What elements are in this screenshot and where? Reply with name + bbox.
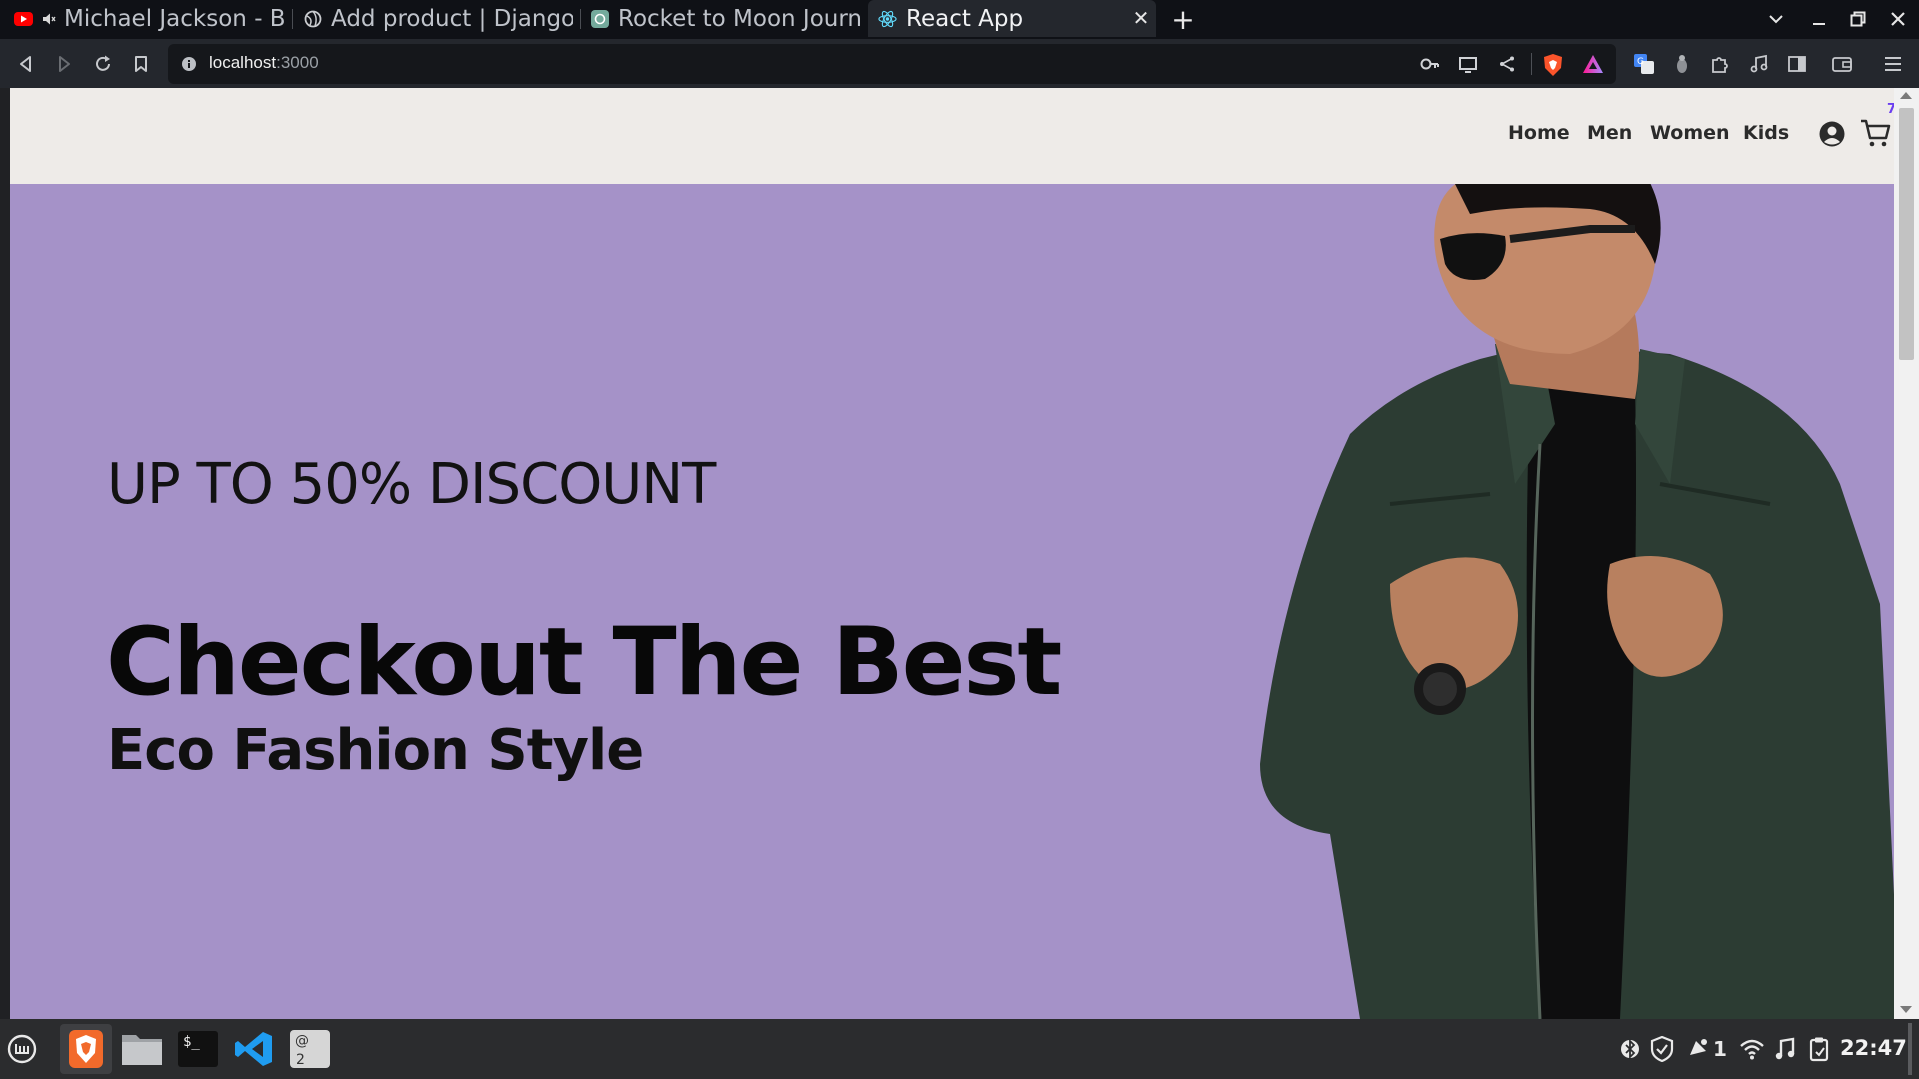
tab-title: React App (906, 5, 1024, 32)
workspace-switcher-icon[interactable]: @2 (284, 1024, 336, 1074)
new-tab-button[interactable]: + (1168, 3, 1198, 36)
cast-icon[interactable] (1458, 55, 1478, 77)
scroll-up-icon[interactable] (1900, 92, 1912, 99)
youtube-icon (14, 9, 33, 28)
page-scrollbar[interactable] (1894, 88, 1919, 1019)
tab-separator (580, 9, 581, 29)
back-icon[interactable] (12, 50, 40, 78)
notification-count: 1 (1713, 1037, 1727, 1061)
svg-text:$_: $_ (183, 1034, 200, 1050)
nav-link-women[interactable]: Women (1650, 122, 1730, 144)
address-bar[interactable]: localhost:3000 (168, 44, 1616, 84)
react-icon (878, 9, 897, 28)
file-manager-icon[interactable] (116, 1024, 168, 1074)
site-navbar: Home Men Women Kids 7 (10, 88, 1894, 184)
url-text: localhost:3000 (209, 53, 319, 72)
scroll-down-icon[interactable] (1900, 1006, 1912, 1013)
close-tab-button[interactable]: ✕ (1129, 6, 1153, 30)
translate-icon[interactable]: G (1630, 50, 1658, 78)
cart-count-badge: 7 (1887, 102, 1894, 117)
wallet-icon[interactable] (1828, 50, 1856, 78)
hero-model-image (1260, 184, 1894, 1019)
globe-icon (303, 9, 322, 28)
bluetooth-icon[interactable] (1618, 1035, 1642, 1063)
key-icon[interactable] (1420, 55, 1440, 77)
reload-icon[interactable] (89, 50, 117, 78)
forward-icon[interactable] (50, 50, 78, 78)
tab-title: Add product | Django si (331, 5, 573, 32)
media-icon[interactable] (1745, 50, 1773, 78)
clock[interactable]: 22:47 (1840, 1036, 1907, 1060)
nav-link-home[interactable]: Home (1508, 122, 1570, 144)
svg-text:G: G (1637, 57, 1644, 67)
hero-subtitle: Eco Fashion Style (107, 718, 644, 783)
show-desktop-button[interactable] (1908, 1023, 1912, 1075)
notifications-icon[interactable] (1684, 1035, 1712, 1063)
puzzle-icon[interactable] (1706, 50, 1734, 78)
speaker-muted-icon[interactable] (42, 9, 56, 28)
user-account-icon[interactable] (1819, 121, 1845, 151)
tab-title: Michael Jackson - Bea (64, 5, 286, 32)
os-taskbar: $_ @2 1 22:47 (0, 1019, 1919, 1079)
update-shield-icon[interactable] (1648, 1035, 1676, 1063)
clipboard-icon[interactable] (1806, 1035, 1832, 1063)
tab-strip: Michael Jackson - Bea Add product | Djan… (0, 0, 1919, 39)
svg-text:2: 2 (296, 1052, 305, 1068)
extension-icon[interactable] (1668, 50, 1696, 78)
brave-browser-icon[interactable] (60, 1024, 112, 1074)
minimize-icon[interactable] (1805, 5, 1833, 33)
toolbar-divider (1531, 53, 1532, 75)
share-icon[interactable] (1498, 55, 1516, 77)
cart-icon[interactable] (1860, 118, 1892, 152)
nav-link-kids[interactable]: Kids (1743, 122, 1789, 144)
chatgpt-icon (590, 9, 609, 28)
hero-discount-text: UP TO 50% DISCOUNT (107, 452, 716, 517)
page-viewport: Home Men Women Kids 7 UP TO 50% DISCOUNT… (10, 88, 1894, 1019)
tab-youtube[interactable]: Michael Jackson - Bea (14, 0, 286, 37)
tab-separator (292, 9, 293, 29)
close-window-icon[interactable] (1884, 5, 1912, 33)
terminal-icon[interactable]: $_ (172, 1024, 224, 1074)
vscode-icon[interactable] (228, 1024, 280, 1074)
tab-title: Rocket to Moon Journe (618, 5, 860, 32)
mint-menu-icon[interactable] (0, 1024, 44, 1074)
tab-django[interactable]: Add product | Django si (303, 0, 573, 37)
tab-chatgpt[interactable]: Rocket to Moon Journe (590, 0, 860, 37)
sidebar-icon[interactable] (1783, 50, 1811, 78)
sound-icon[interactable] (1772, 1035, 1798, 1063)
brave-rewards-icon[interactable] (1582, 54, 1604, 78)
tab-search-icon[interactable] (1762, 5, 1790, 33)
bookmark-icon[interactable] (127, 50, 155, 78)
svg-text:@: @ (295, 1033, 309, 1049)
brave-shields-icon[interactable] (1542, 53, 1564, 81)
menu-icon[interactable] (1879, 50, 1907, 78)
browser-toolbar: localhost:3000 G (0, 39, 1919, 88)
hero-title: Checkout The Best (106, 608, 1062, 717)
restore-icon[interactable] (1844, 5, 1872, 33)
hero-banner: UP TO 50% DISCOUNT Checkout The Best Eco… (10, 184, 1894, 1019)
scrollbar-thumb[interactable] (1899, 108, 1914, 360)
site-info-icon[interactable] (181, 56, 197, 76)
tab-react-app[interactable]: React App (868, 0, 1156, 37)
nav-link-men[interactable]: Men (1587, 122, 1632, 144)
wifi-icon[interactable] (1737, 1035, 1767, 1063)
